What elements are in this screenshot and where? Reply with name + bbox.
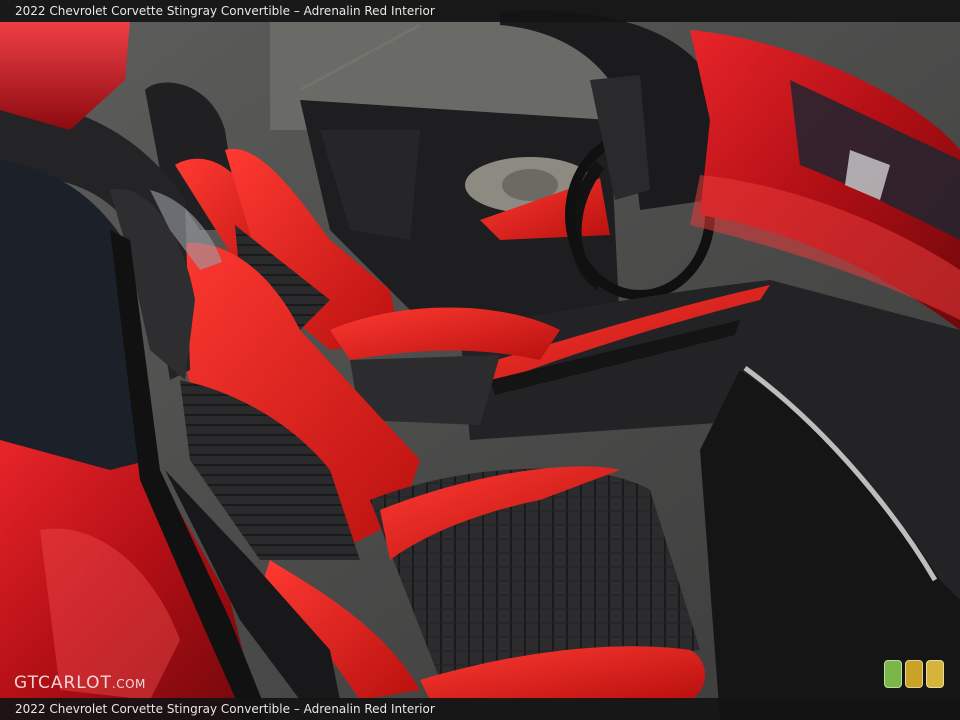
- badge-square-yellow: [926, 660, 944, 688]
- watermark-suffix: .COM: [111, 677, 146, 691]
- caption-bottom: 2022 Chevrolet Corvette Stingray Convert…: [0, 698, 960, 720]
- watermark-text: GTCARLOT: [14, 673, 112, 693]
- photo-frame: 2022 Chevrolet Corvette Stingray Convert…: [0, 0, 960, 720]
- caption-top: 2022 Chevrolet Corvette Stingray Convert…: [0, 0, 960, 22]
- car-interior-photo: [0, 0, 960, 720]
- watermark-logo: GTCARLOT.COM: [14, 673, 146, 693]
- badge-square-amber: [905, 660, 923, 688]
- rating-badge: [884, 660, 944, 688]
- badge-square-green: [884, 660, 902, 688]
